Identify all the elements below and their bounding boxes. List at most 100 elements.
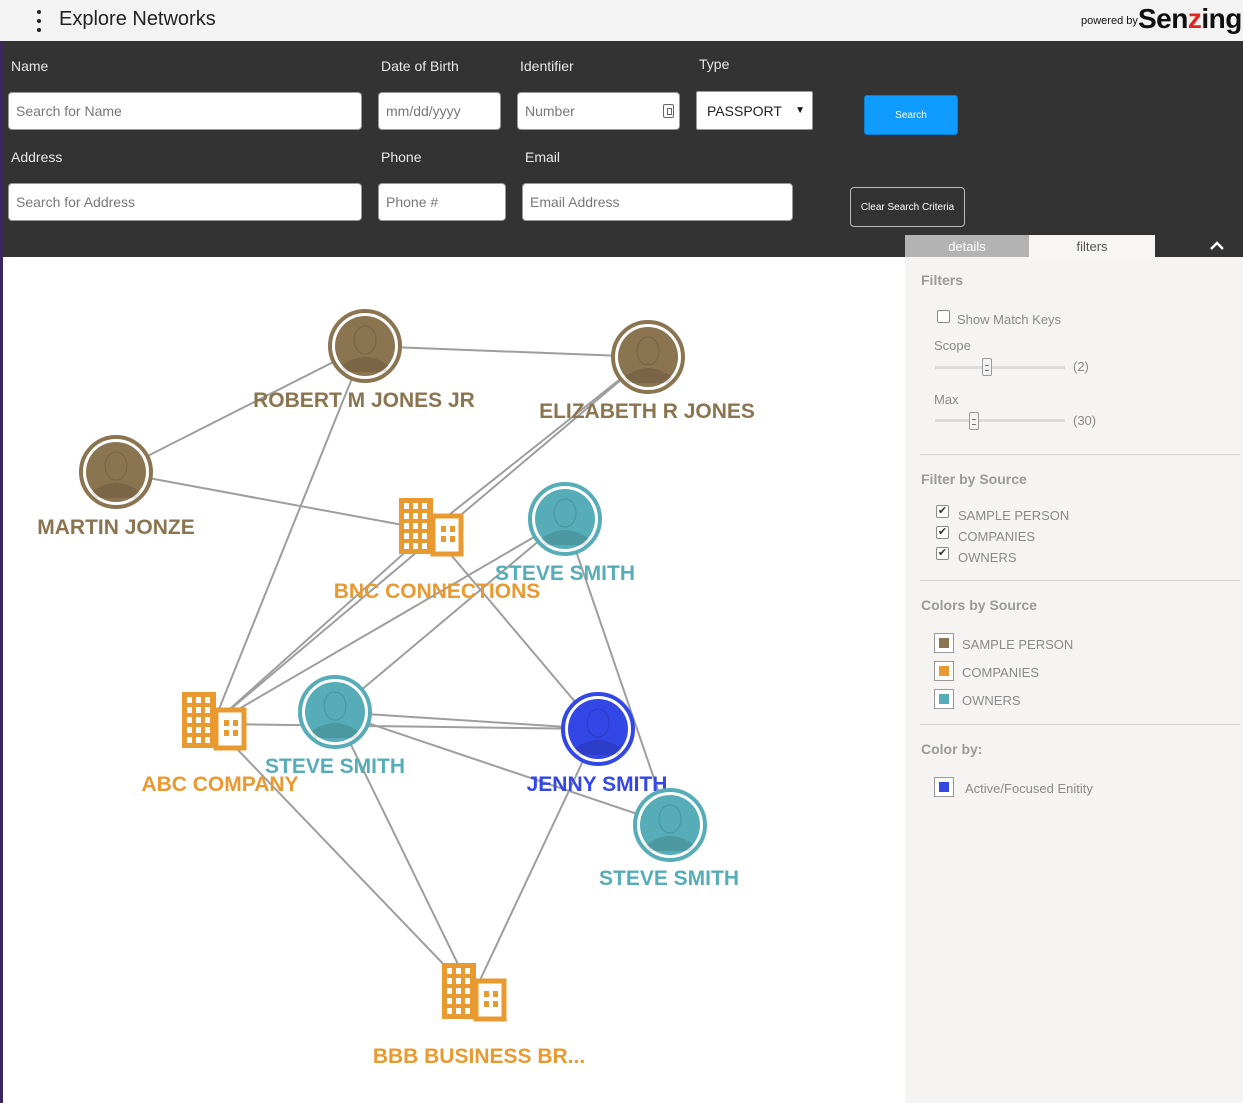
dob-label: Date of Birth	[381, 58, 459, 74]
source-filter-checkbox[interactable]: ✔	[936, 526, 949, 539]
color-swatch[interactable]	[934, 689, 954, 709]
chevron-down-icon: ▼	[795, 105, 805, 116]
filters-panel: Filters Show Match Keys Scope (2) Max (3…	[905, 257, 1243, 1103]
person-icon[interactable]	[528, 482, 602, 556]
filter-by-source-title: Filter by Source	[921, 471, 1027, 487]
graph-edge	[472, 728, 599, 996]
filters-title: Filters	[921, 272, 964, 288]
color-swatch-fill	[939, 666, 949, 676]
person-icon[interactable]	[298, 675, 372, 749]
person-icon[interactable]	[561, 692, 635, 766]
id-card-icon	[663, 104, 674, 118]
identifier-input-placeholder: Number	[525, 103, 575, 119]
color-by-title: Color by:	[921, 741, 983, 757]
brand-z: z	[1187, 3, 1202, 34]
address-label: Address	[11, 149, 63, 165]
dob-input[interactable]: mm/dd/yyyy	[378, 92, 501, 130]
address-input-placeholder: Search for Address	[16, 194, 136, 210]
show-match-keys-checkbox[interactable]	[937, 310, 950, 323]
graph-canvas[interactable]: ROBERT M JONES JR ELIZABETH R JONES MARTIN…	[3, 257, 905, 1103]
graph-node-jenny[interactable]: JENNY SMITH	[527, 692, 668, 796]
type-select[interactable]: PASSPORT ▼	[696, 91, 813, 130]
phone-input[interactable]: Phone #	[378, 183, 506, 221]
menu-icon[interactable]	[30, 10, 48, 32]
identifier-label: Identifier	[520, 58, 574, 74]
graph-node-elizabeth[interactable]: ELIZABETH R JONES	[539, 320, 755, 423]
tab-filters[interactable]: filters	[1029, 235, 1155, 257]
page-title: Explore Networks	[59, 8, 216, 30]
color-source-label: SAMPLE PERSON	[962, 637, 1074, 652]
name-label: Name	[11, 58, 49, 74]
app-root: Explore Networks powered by Senzing Name…	[0, 0, 1243, 1103]
scope-slider-handle[interactable]	[982, 358, 992, 376]
person-icon[interactable]	[328, 309, 402, 383]
brand-logo: Senzing	[1138, 3, 1242, 35]
email-input[interactable]: Email Address	[522, 183, 793, 221]
building-icon[interactable]	[399, 498, 464, 557]
color-swatch-fill	[939, 782, 949, 792]
powered-by-text: powered by	[1081, 15, 1138, 27]
person-icon[interactable]	[633, 788, 707, 862]
graph-node-label: MARTIN JONZE	[37, 516, 195, 539]
dob-input-placeholder: mm/dd/yyyy	[386, 103, 461, 119]
max-slider-track[interactable]	[935, 419, 1065, 422]
max-slider-handle[interactable]	[969, 412, 979, 430]
graph-node-bbb[interactable]: BBB BUSINESS BR...	[373, 963, 585, 1068]
type-select-value: PASSPORT	[707, 102, 782, 119]
email-input-placeholder: Email Address	[530, 194, 620, 210]
graph-edge	[212, 518, 566, 725]
color-swatch[interactable]	[934, 633, 954, 653]
graph-node-steve1[interactable]: STEVE SMITH	[495, 482, 635, 585]
graph-node-label: JENNY SMITH	[527, 773, 668, 796]
graph-node-robert[interactable]: ROBERT M JONES JR	[253, 309, 475, 412]
graph-node-label: STEVE SMITH	[495, 562, 635, 585]
color-by-label: Active/Focused Enitity	[965, 781, 1093, 796]
divider	[920, 724, 1240, 725]
source-filter-label: SAMPLE PERSON	[958, 508, 1070, 523]
graph-edge	[429, 529, 599, 730]
tab-details[interactable]: details	[905, 235, 1029, 257]
divider	[920, 580, 1240, 581]
color-source-label: OWNERS	[962, 693, 1021, 708]
type-label: Type	[699, 56, 730, 72]
phone-label: Phone	[381, 149, 422, 165]
max-value: (30)	[1073, 413, 1097, 428]
person-icon[interactable]	[611, 320, 685, 394]
network-graph[interactable]: ROBERT M JONES JR ELIZABETH R JONES MARTIN…	[3, 257, 905, 1103]
source-filter-label: OWNERS	[958, 550, 1017, 565]
source-filter-checkbox[interactable]: ✔	[936, 547, 949, 560]
graph-node-abc[interactable]: ABC COMPANY	[141, 692, 299, 796]
show-match-keys-label: Show Match Keys	[957, 312, 1062, 327]
colors-by-source-title: Colors by Source	[921, 597, 1037, 613]
brand-suffix: ing	[1201, 3, 1242, 34]
address-input[interactable]: Search for Address	[8, 183, 362, 221]
building-icon[interactable]	[182, 692, 247, 751]
source-filter-checkbox[interactable]: ✔	[936, 505, 949, 518]
color-swatch[interactable]	[934, 777, 954, 797]
search-panel: Name Search for Name Date of Birth mm/dd…	[3, 41, 1243, 257]
max-label: Max	[934, 392, 959, 407]
scope-slider-track[interactable]	[935, 366, 1065, 369]
color-source-label: COMPANIES	[962, 665, 1040, 680]
edges-layer	[115, 345, 671, 996]
scope-value: (2)	[1073, 359, 1089, 374]
top-bar: Explore Networks powered by Senzing	[0, 0, 1243, 41]
name-input-placeholder: Search for Name	[16, 103, 122, 119]
graph-node-steve3[interactable]: STEVE SMITH	[599, 788, 739, 890]
identifier-input[interactable]: Number	[517, 92, 680, 130]
person-icon[interactable]	[79, 435, 153, 509]
color-swatch-fill	[939, 694, 949, 704]
clear-search-button[interactable]: Clear Search Criteria	[850, 187, 965, 227]
source-filter-label: COMPANIES	[958, 529, 1036, 544]
chevron-up-icon[interactable]	[1208, 238, 1226, 252]
graph-node-martin[interactable]: MARTIN JONZE	[37, 435, 195, 539]
graph-node-label: STEVE SMITH	[265, 755, 405, 778]
scope-label: Scope	[934, 338, 971, 353]
color-swatch[interactable]	[934, 661, 954, 681]
color-swatch-fill	[939, 638, 949, 648]
graph-edge	[364, 345, 649, 358]
name-input[interactable]: Search for Name	[8, 92, 362, 130]
search-button[interactable]: Search	[864, 95, 958, 135]
building-icon[interactable]	[442, 963, 507, 1022]
brand-prefix: Sen	[1138, 3, 1188, 34]
